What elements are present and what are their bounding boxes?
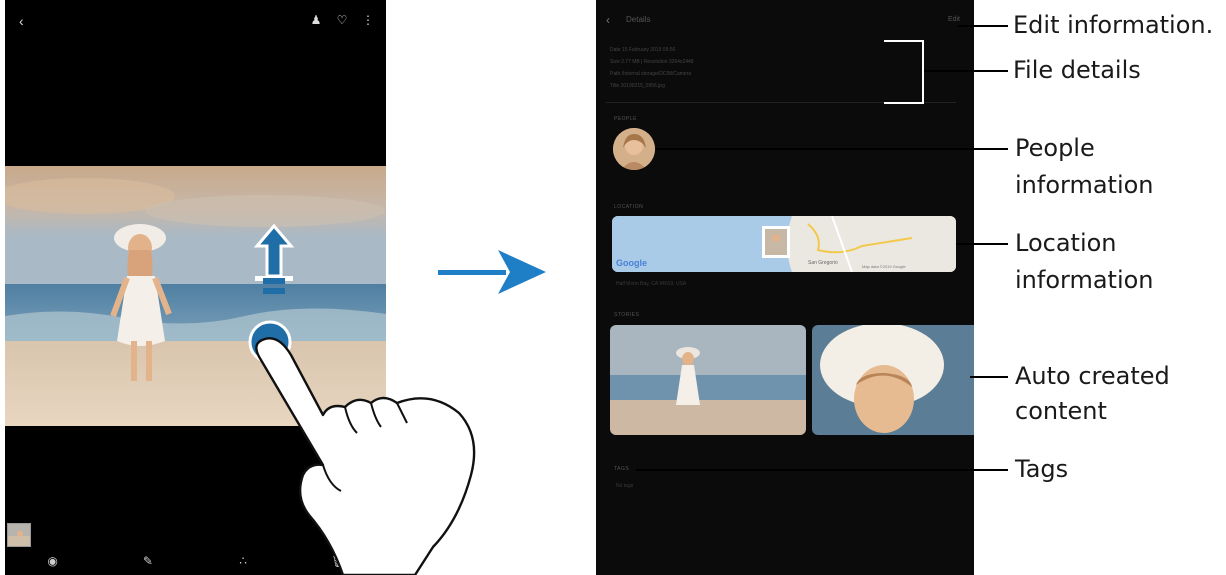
label-location-information: information: [1015, 266, 1154, 294]
viewer-top-bar: ‹ ♟ ♡ ⋮: [5, 0, 386, 44]
callout-line-edit: [958, 25, 1008, 27]
detail-row-title: Title 20190215_0956.jpg: [610, 83, 665, 89]
map-copyright: Map data ©2019 Google: [862, 264, 906, 269]
back-icon[interactable]: ‹: [19, 14, 33, 28]
details-title: Details: [626, 15, 651, 24]
label-auto-created-content: content: [1015, 397, 1107, 425]
hand-swipe-illustration: [255, 337, 476, 575]
location-map[interactable]: Google San Gregorio Map data ©2019 Googl…: [612, 216, 956, 272]
label-people-information: information: [1015, 171, 1154, 199]
stories-section-title: STORIES: [614, 312, 640, 318]
callout-line-tags: [636, 469, 1008, 471]
eye-icon[interactable]: ◉: [46, 554, 60, 568]
story-card-beach[interactable]: [610, 325, 806, 435]
story-card-portrait[interactable]: [812, 325, 974, 435]
detail-row-date: Date 15 February 2019 09:56: [610, 47, 676, 53]
viewer-top-actions: ♟ ♡ ⋮: [310, 13, 374, 27]
callout-line-auto-content: [970, 376, 1008, 378]
details-header: ‹ Details Edit: [596, 0, 974, 38]
more-icon[interactable]: ⋮: [362, 13, 374, 27]
detail-row-path: Path /Internal storage/DCIM/Camera: [610, 71, 692, 77]
tags-section-title: TAGS: [614, 466, 630, 472]
callout-line-people: [656, 148, 1008, 150]
people-icon[interactable]: ♟: [310, 13, 322, 27]
heart-icon[interactable]: ♡: [336, 13, 348, 27]
person-avatar[interactable]: [613, 128, 655, 170]
file-details-bracket: [884, 40, 924, 104]
filmstrip-thumbnail[interactable]: [7, 523, 31, 547]
callout-line-location: [956, 243, 1008, 245]
label-auto-created: Auto created: [1015, 362, 1170, 390]
label-people: People: [1015, 134, 1095, 162]
label-tags: Tags: [1015, 455, 1069, 483]
map-place-name: San Gregorio: [808, 260, 838, 266]
label-location: Location: [1015, 229, 1117, 257]
edit-button[interactable]: Edit: [948, 16, 960, 23]
map-google-logo: Google: [616, 258, 647, 268]
location-address: Half Moon Bay, CA 94019, USA: [616, 281, 687, 287]
tags-value: No tags: [616, 483, 634, 489]
edit-icon[interactable]: ✎: [141, 554, 155, 568]
label-edit-information: Edit information.: [1013, 11, 1214, 39]
transition-arrow: [438, 250, 546, 294]
location-section-title: LOCATION: [614, 204, 644, 210]
label-file-details: File details: [1013, 56, 1141, 84]
file-details: Date 15 February 2019 09:56 Size 2.77 MB…: [610, 44, 870, 92]
people-section-title: PEOPLE: [614, 116, 638, 122]
callout-line-file-details: [924, 70, 1008, 72]
detail-row-size: Size 2.77 MB | Resolution 3264x2448: [610, 59, 694, 65]
back-icon[interactable]: ‹: [606, 13, 610, 27]
